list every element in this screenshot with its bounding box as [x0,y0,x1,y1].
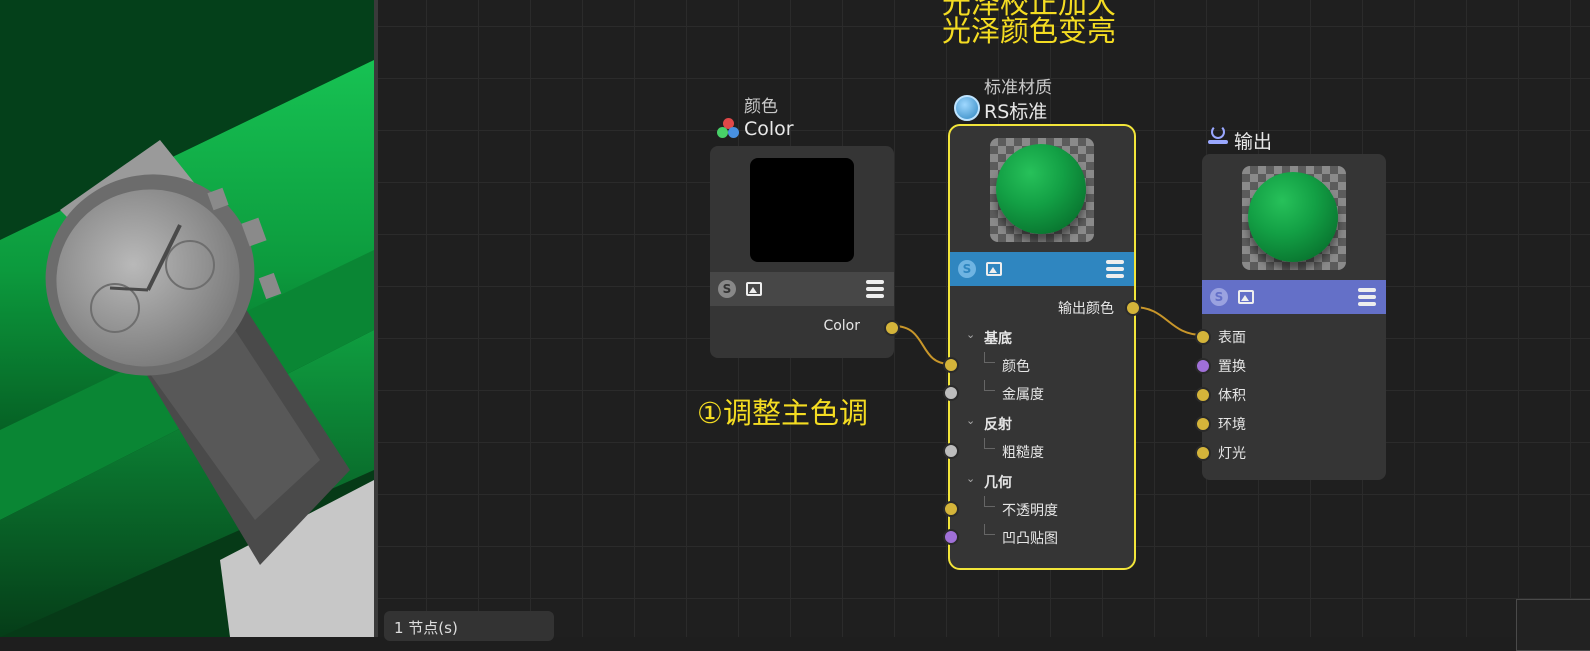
rs-material-icon [954,95,980,121]
port-label-volume: 体积 [1218,388,1246,404]
render-viewport[interactable] [0,0,374,637]
wire-color-to-base-color [893,325,951,365]
input-port-roughness[interactable] [943,443,959,459]
menu-icon[interactable] [1358,288,1376,306]
chevron-down-icon[interactable]: ⌄ [966,472,975,485]
menu-icon[interactable] [1106,260,1124,278]
s-badge-icon[interactable]: S [718,280,736,298]
input-port-surface[interactable] [1195,329,1211,345]
output-node-title: 输出 [1234,131,1273,153]
menu-icon[interactable] [866,280,884,298]
group-geometry-label[interactable]: 几何 [984,472,1012,492]
navigator-panel[interactable] [1516,599,1590,651]
input-port-bump-map[interactable] [943,529,959,545]
chevron-down-icon[interactable]: ⌄ [966,328,975,341]
material-node-title: RS标准 [984,101,1048,123]
material-output-label: 输出颜色 [1058,301,1114,317]
input-port-volume[interactable] [1195,387,1211,403]
material-node-subtitle: 标准材质 [984,78,1052,98]
color-output-port[interactable] [884,320,900,336]
material-preview [990,138,1094,242]
port-label-surface: 表面 [1218,330,1246,346]
image-icon[interactable] [1238,290,1254,304]
color-output-label: Color [823,318,860,334]
group-base-label[interactable]: 基底 [984,328,1012,348]
input-port-base-color[interactable] [943,357,959,373]
port-label-opacity: 不透明度 [1002,503,1058,519]
watch-render-image [0,0,374,637]
input-port-environment[interactable] [1195,416,1211,432]
group-reflection-label[interactable]: 反射 [984,414,1012,434]
color-node-subtitle: 颜色 [744,97,778,117]
material-output-port[interactable] [1125,300,1141,316]
color-node-rgb-icon [716,118,740,142]
port-label-environment: 环境 [1218,417,1246,433]
input-port-opacity[interactable] [943,501,959,517]
image-icon[interactable] [746,282,762,296]
port-label-metalness: 金属度 [1002,387,1044,403]
port-label-displacement: 置换 [1218,359,1246,375]
port-label-light: 灯光 [1218,446,1246,462]
color-node-toolbar: S [710,272,894,306]
color-swatch[interactable] [750,158,854,262]
node-editor-canvas[interactable]: 光泽校正加大 光泽颜色变亮 ①调整主色调 颜色 Color S Color 标准… [378,0,1590,637]
rs-standard-material-node[interactable]: S 输出颜色 ⌄ 基底 颜色 金属度 ⌄ 反射 粗糙度 ⌄ 几何 不透明度 凹凸… [943,124,1141,570]
output-icon [1208,125,1230,149]
port-label-roughness: 粗糙度 [1002,445,1044,461]
input-port-displacement[interactable] [1195,358,1211,374]
color-node-title: Color [744,118,794,140]
output-node[interactable]: S 表面 置换 体积 环境 灯光 [1195,154,1386,480]
input-port-metalness[interactable] [943,385,959,401]
color-node[interactable]: S Color [710,146,900,358]
image-icon[interactable] [986,262,1002,276]
annotation-step1: ①调整主色调 [697,396,868,430]
s-badge-icon[interactable]: S [1210,288,1228,306]
input-port-light[interactable] [1195,445,1211,461]
output-node-toolbar: S [1202,280,1386,314]
port-label-base-color: 颜色 [1002,359,1030,375]
s-badge-icon[interactable]: S [958,260,976,278]
chevron-down-icon[interactable]: ⌄ [966,414,975,427]
port-label-bump-map: 凹凸贴图 [1002,531,1058,547]
annotation-gloss-color: 光泽颜色变亮 [942,14,1117,48]
material-node-toolbar: S [950,252,1134,286]
wire-material-to-surface [1132,306,1204,336]
output-preview [1242,166,1346,270]
